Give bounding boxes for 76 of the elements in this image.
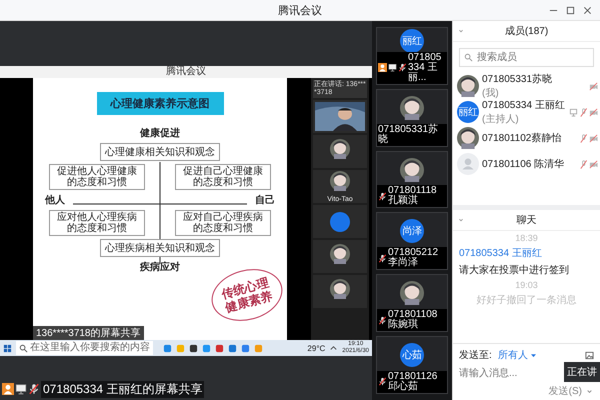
system-tray-icon[interactable] (329, 344, 338, 352)
avatar: 尚泽 (400, 219, 424, 244)
search-icon (464, 53, 473, 62)
member-name: 071805334 王丽红 (482, 99, 566, 112)
panel-title: 聊天 (516, 214, 536, 227)
collapse-icon[interactable] (457, 216, 465, 224)
camera-off-icon[interactable] (589, 108, 598, 116)
panel-title: 成员(187) (504, 24, 548, 38)
axis-label: 健康促进 (140, 126, 180, 140)
muted-mic-icon[interactable] (579, 160, 588, 168)
quadrant-box: 促进自己心理健康的态度和习惯 (175, 164, 271, 190)
axis-label: 疾病应对 (140, 260, 180, 274)
concept-box: 心理健康相关知识和观念 (100, 143, 220, 161)
screen-share-label: 071805334 王丽红的屏幕共享 (41, 380, 204, 398)
member-item[interactable]: 071805331苏晓 (我) (453, 73, 600, 99)
avatar (330, 212, 350, 232)
maximize-icon[interactable] (566, 6, 575, 14)
inner-window-title: 腾讯会议 (0, 66, 372, 78)
participant-name: 071801118孔颖淇 (388, 186, 438, 206)
quadrant-box: 促进他人心理健康的态度和习惯 (49, 164, 145, 190)
muted-mic-icon[interactable] (579, 108, 588, 116)
muted-mic-icon (28, 383, 40, 395)
video-tile[interactable]: 丽红 071805334 王丽... (376, 27, 448, 85)
member-item[interactable]: 071801102蔡静怡 (453, 125, 600, 151)
video-tile[interactable]: 071801108陈婉琪 (376, 274, 448, 332)
member-name: 071801106 陈清华 (482, 158, 566, 171)
video-tile[interactable]: 心茹 071801126邱心茹 (376, 336, 448, 394)
search-field[interactable]: 搜索成员 (459, 48, 594, 67)
participant-name: 071805331苏晓 (378, 124, 440, 145)
axis-label: 自己 (255, 194, 275, 207)
windows-icon[interactable] (3, 344, 12, 352)
camera-off-icon[interactable] (589, 134, 598, 142)
video-tile[interactable]: 071801118孔颖淇 (376, 150, 448, 208)
quadrant-box: 应对他人心理疾病的态度和习惯 (49, 210, 145, 236)
quadrant-box: 应对自己心理疾病的态度和习惯 (175, 210, 271, 236)
participant-name: 071801108陈婉琪 (388, 310, 438, 330)
collapse-icon[interactable] (457, 27, 465, 35)
slide-title: 心理健康素养示意图 (96, 92, 224, 115)
send-button[interactable]: 发送(S) (548, 384, 582, 398)
camera-off-icon[interactable] (589, 160, 598, 168)
chat-notice: 好好子撤回了一条消息 (476, 294, 578, 307)
chat-timestamp: 19:03 (514, 280, 539, 290)
temperature: 29°C (307, 344, 326, 352)
recipient-dropdown[interactable]: 所有人 (498, 348, 536, 362)
close-icon[interactable] (583, 6, 592, 14)
axis-label: 他人 (45, 194, 65, 207)
default-avatar-icon (457, 153, 479, 175)
video-tile[interactable]: 071805331苏晓 (376, 88, 448, 147)
caret-icon (530, 352, 536, 358)
presenter-label: 136****3718的屏幕共享 (33, 326, 144, 340)
host-icon (2, 383, 14, 395)
tooltip: 正在讲 (564, 362, 600, 382)
chat-timestamp: 18:39 (514, 233, 539, 243)
chat-sender[interactable]: 071805334 王丽红 (459, 246, 594, 260)
member-name: 071801102蔡静怡 (482, 132, 562, 145)
participant-name: 071805212 李尚泽 (388, 248, 440, 268)
member-name: 071805331苏晓 (482, 72, 554, 86)
taskbar-search-field[interactable]: 在这里输入你要搜索的内容 (16, 341, 153, 355)
search-icon (19, 344, 28, 352)
muted-mic-icon[interactable] (579, 134, 588, 142)
participant-name: 071801126邱心茹 (388, 372, 438, 392)
member-item[interactable]: 071801106 陈清华 (453, 151, 600, 177)
send-to-label: 发送至: (459, 349, 492, 362)
avatar: 丽红 (457, 101, 479, 123)
screen-share-icon (15, 383, 27, 395)
member-role: (我) (482, 86, 500, 100)
concept-box: 心理疾病相关知识和观念 (100, 239, 220, 257)
avatar: 丽红 (400, 28, 424, 53)
image-icon[interactable] (585, 350, 594, 360)
avatar: 心茹 (400, 343, 424, 368)
video-tile[interactable]: 尚泽 071805212 李尚泽 (376, 212, 448, 270)
chat-message: 请大家在投票中进行签到 (459, 264, 570, 277)
member-role: (主持人) (482, 112, 520, 126)
window-title: 腾讯会议 (278, 4, 322, 18)
participant-name: 071805334 王丽... (408, 52, 442, 83)
camera-off-icon[interactable] (589, 82, 598, 90)
